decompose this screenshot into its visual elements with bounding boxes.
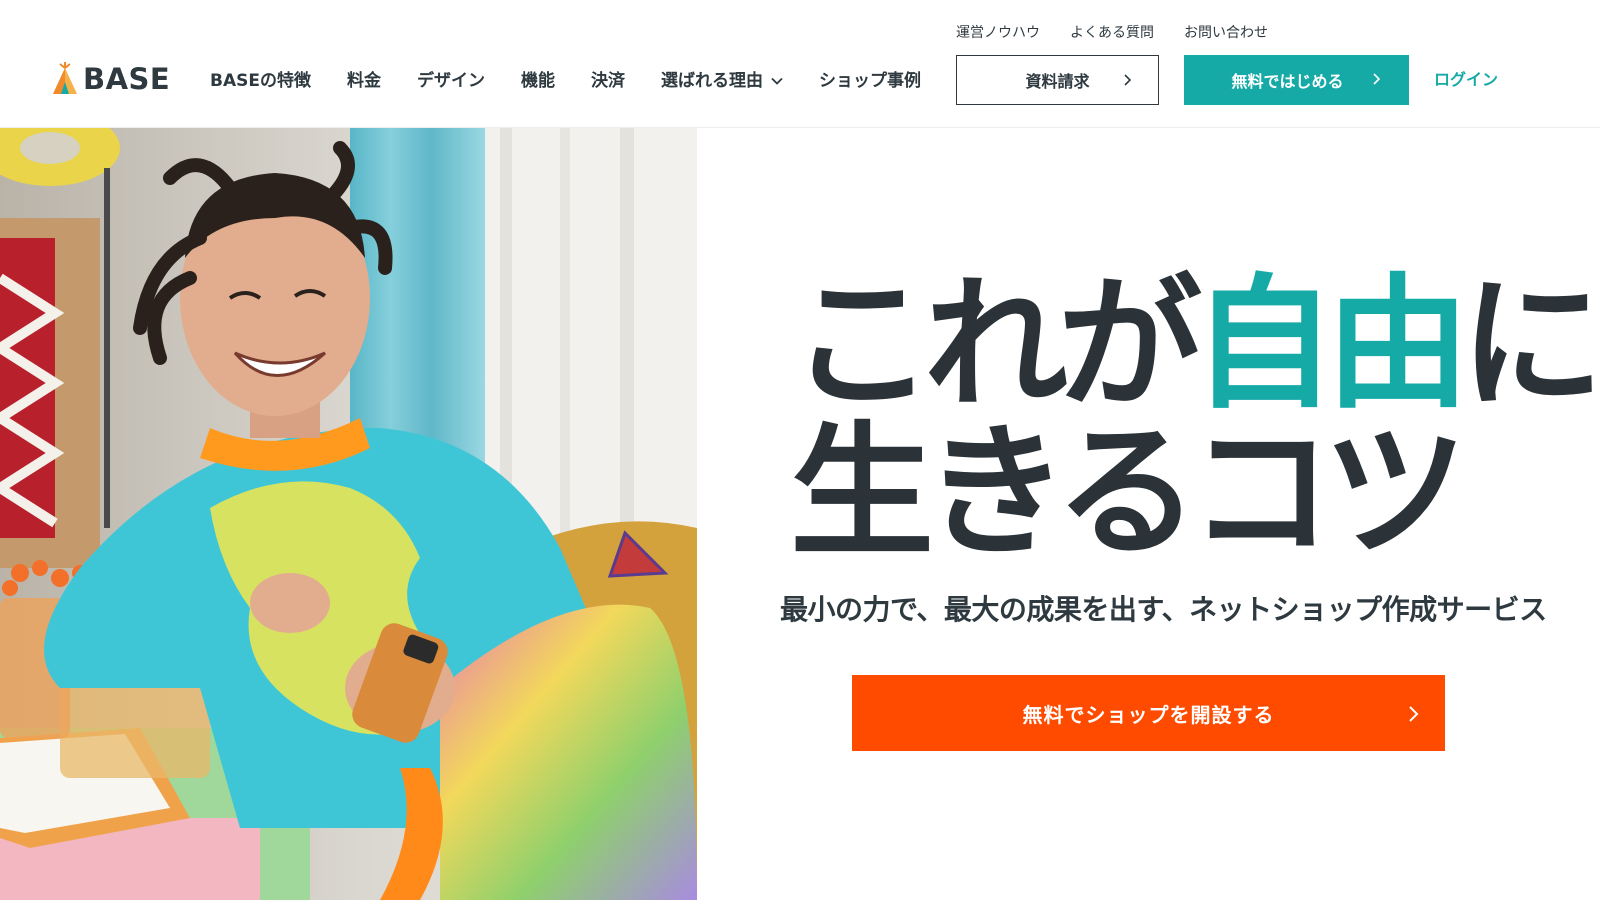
chevron-right-icon (1409, 706, 1419, 722)
nav-payment[interactable]: 決済 (591, 66, 625, 96)
main-nav: BASEの特徴 料金 デザイン 機能 決済 選ばれる理由 ショップ事例 (210, 66, 921, 96)
request-documents-label: 資料請求 (1025, 72, 1090, 91)
chevron-right-icon (1373, 73, 1381, 85)
headline-accent: 自由 (1192, 260, 1470, 428)
hero-photo (0, 128, 697, 900)
open-shop-free-label: 無料でショップを開設する (1022, 702, 1275, 727)
nav-functions[interactable]: 機能 (521, 66, 555, 96)
start-free-label: 無料ではじめる (1231, 72, 1344, 91)
base-logo[interactable]: BASE (52, 62, 170, 96)
hero-subcopy: 最小の力で、最大の成果を出す、ネットショップ作成サービス (780, 593, 1547, 626)
chevron-down-icon (771, 77, 783, 85)
nav-design[interactable]: デザイン (417, 66, 485, 96)
subnav-contact[interactable]: お問い合わせ (1184, 22, 1268, 42)
utility-nav: 運営ノウハウ よくある質問 お問い合わせ (956, 20, 1268, 44)
subnav-faq[interactable]: よくある質問 (1070, 22, 1154, 42)
start-free-button[interactable]: 無料ではじめる (1184, 55, 1409, 105)
headline-line-1: これが自由に (790, 270, 1600, 418)
headline-part-2: に (1460, 260, 1600, 428)
nav-case-studies[interactable]: ショップ事例 (819, 66, 921, 96)
nav-reasons[interactable]: 選ばれる理由 (661, 66, 783, 96)
headline-part-1: これが (790, 260, 1202, 428)
request-documents-button[interactable]: 資料請求 (956, 55, 1159, 105)
nav-features[interactable]: BASEの特徴 (210, 66, 311, 96)
open-shop-free-button[interactable]: 無料でショップを開設する (852, 675, 1445, 751)
person-with-smartphone-photo-icon (0, 128, 697, 900)
nav-pricing[interactable]: 料金 (347, 66, 381, 96)
hero-headline: これが自由に 生きるコツ (790, 270, 1600, 576)
tent-logo-icon (53, 62, 77, 94)
chevron-right-icon (1124, 74, 1132, 86)
nav-reasons-label: 選ばれる理由 (660, 71, 763, 91)
site-header: BASE 運営ノウハウ よくある質問 お問い合わせ BASEの特徴 料金 デザイ… (0, 0, 1600, 128)
headline-line-2: 生きるコツ (790, 408, 1467, 576)
login-link[interactable]: ログイン (1434, 66, 1498, 94)
logo-wordmark: BASE (83, 62, 171, 96)
subnav-know-how[interactable]: 運営ノウハウ (956, 22, 1040, 42)
